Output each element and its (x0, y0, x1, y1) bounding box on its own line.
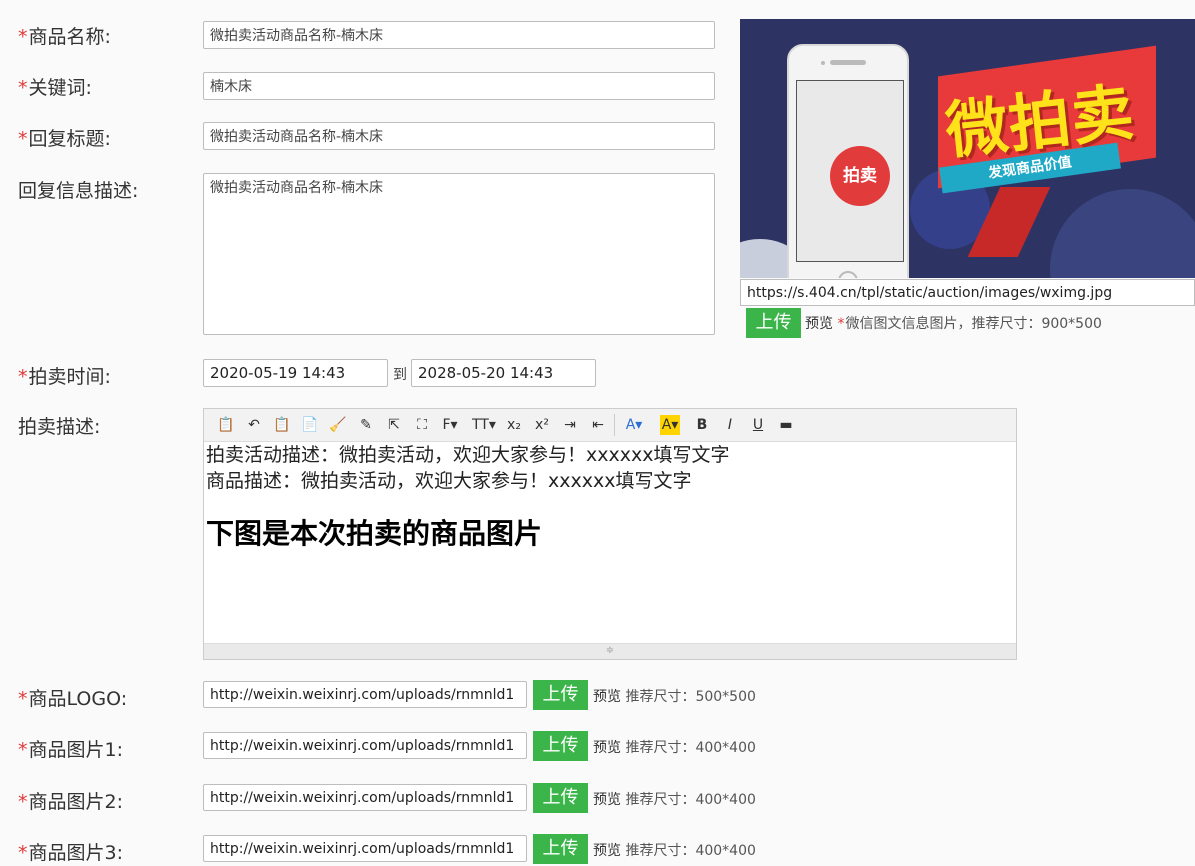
upload-hint: 预览 推荐尺寸：400*400 (593, 843, 756, 859)
time-label: *拍卖时间: (18, 366, 111, 388)
editor-line: 商品描述：微拍卖活动，欢迎大家参与！xxxxxx填写文字 (206, 470, 692, 492)
reply-title-label: *回复标题: (18, 128, 111, 150)
source-icon[interactable]: 📋 (216, 415, 236, 435)
auction-badge: 拍卖 (830, 146, 890, 206)
reply-title-input[interactable] (203, 122, 715, 150)
subscript-icon[interactable]: x₂ (504, 415, 524, 435)
underline-icon[interactable]: U (748, 415, 768, 435)
clear-format-icon[interactable]: 🧹 (328, 415, 348, 435)
rich-text-editor[interactable]: 📋 ↶ 📋 📄 🧹 ✎ ⇱ ⛶ F▾ TT▾ x₂ x² ⇥ ⇤ A▾ A▾ B I U ▬ 拍卖活动描述：微拍卖活动… (203, 408, 1017, 660)
upload-label: *商品图片1: (18, 739, 123, 761)
font-color-icon[interactable]: A▾ (624, 415, 644, 435)
name-input[interactable] (203, 21, 715, 49)
insert-hr-icon[interactable]: ▬ (776, 415, 796, 435)
editor-line: 拍卖活动描述：微拍卖活动，欢迎大家参与！xxxxxx填写文字 (206, 444, 730, 466)
highlight-color-icon[interactable]: A▾ (660, 415, 680, 435)
name-label: *商品名称: (18, 26, 111, 48)
indent-icon[interactable]: ⇥ (560, 415, 580, 435)
upload-url-input[interactable] (203, 835, 527, 862)
upload-url-input[interactable] (203, 732, 527, 759)
phone-illustration: 拍卖 (787, 44, 909, 278)
upload-url-input[interactable] (203, 784, 527, 811)
auction-desc-label: 拍卖描述: (18, 416, 101, 438)
time-separator: 到 (393, 367, 407, 383)
editor-content[interactable]: 拍卖活动描述：微拍卖活动，欢迎大家参与！xxxxxx填写文字 商品描述：微拍卖活… (204, 442, 1016, 644)
reply-desc-textarea[interactable]: 微拍卖活动商品名称-楠木床 (203, 173, 715, 335)
cover-upload-button[interactable]: 上传 (746, 308, 801, 338)
font-family-icon[interactable]: F▾ (440, 415, 460, 435)
format-painter-icon[interactable]: ✎ (356, 415, 376, 435)
preview-link[interactable]: 预览 (593, 843, 621, 859)
end-time-input[interactable] (411, 359, 596, 387)
upload-button[interactable]: 上传 (533, 680, 588, 710)
preview-link[interactable]: 预览 (593, 740, 621, 756)
keyword-label: *关键词: (18, 77, 92, 99)
upload-button[interactable]: 上传 (533, 731, 588, 761)
paste-word-icon[interactable]: 📄 (300, 415, 320, 435)
upload-button[interactable]: 上传 (533, 834, 588, 864)
upload-label: *商品LOGO: (18, 688, 128, 710)
wechat-cover-image: 拍卖 微拍卖 发现商品价值 (740, 19, 1195, 278)
editor-heading: 下图是本次拍卖的商品图片 (206, 517, 543, 550)
italic-icon[interactable]: I (720, 415, 740, 435)
upload-button[interactable]: 上传 (533, 783, 588, 813)
upload-hint: 预览 推荐尺寸：400*400 (593, 792, 756, 808)
select-all-icon[interactable]: ⇱ (384, 415, 404, 435)
keyword-input[interactable] (203, 72, 715, 100)
bold-icon[interactable]: B (692, 415, 712, 435)
font-size-icon[interactable]: TT▾ (472, 415, 496, 435)
cover-hint: 预览 *微信图文信息图片，推荐尺寸：900*500 (805, 316, 1102, 332)
upload-label: *商品图片3: (18, 842, 123, 864)
upload-hint: 预览 推荐尺寸：400*400 (593, 740, 756, 756)
paste-icon[interactable]: 📋 (272, 415, 292, 435)
outdent-icon[interactable]: ⇤ (588, 415, 608, 435)
fullscreen-icon[interactable]: ⛶ (412, 415, 432, 435)
editor-toolbar: 📋 ↶ 📋 📄 🧹 ✎ ⇱ ⛶ F▾ TT▾ x₂ x² ⇥ ⇤ A▾ A▾ B I U ▬ (204, 409, 1016, 442)
preview-link[interactable]: 预览 (593, 689, 621, 705)
editor-resize-handle[interactable]: ≑ (204, 643, 1016, 659)
decor-circle (1050, 189, 1195, 278)
start-time-input[interactable] (203, 359, 388, 387)
cover-url-input[interactable] (740, 279, 1195, 306)
undo-icon[interactable]: ↶ (244, 415, 264, 435)
superscript-icon[interactable]: x² (532, 415, 552, 435)
upload-url-input[interactable] (203, 681, 527, 708)
upload-label: *商品图片2: (18, 791, 123, 813)
cover-preview-link[interactable]: 预览 (805, 316, 833, 332)
toolbar-separator (614, 414, 615, 436)
upload-hint: 预览 推荐尺寸：500*500 (593, 689, 756, 705)
preview-link[interactable]: 预览 (593, 792, 621, 808)
reply-desc-label: 回复信息描述: (18, 180, 139, 202)
